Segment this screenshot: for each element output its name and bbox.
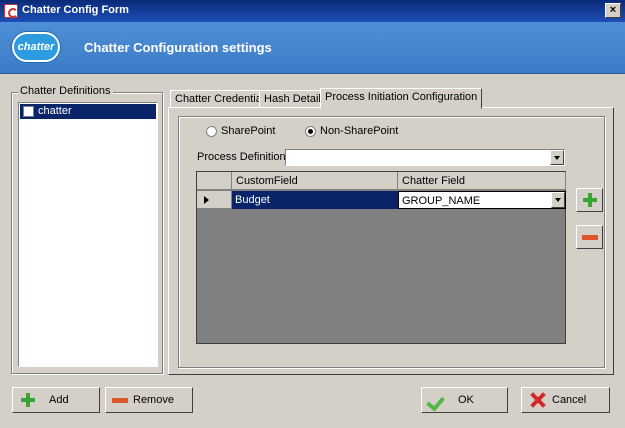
header-banner: chatter Chatter Configuration settings (0, 22, 625, 74)
header-title: Chatter Configuration settings (84, 40, 272, 55)
chevron-down-icon[interactable] (550, 150, 564, 165)
check-icon (428, 393, 446, 407)
list-item-chatter[interactable]: chatter (20, 104, 156, 119)
cancel-button-label: Cancel (552, 394, 587, 406)
minus-icon (112, 398, 128, 403)
ok-button[interactable]: OK (421, 387, 508, 413)
chatter-logo-icon: chatter (12, 32, 60, 62)
minus-icon (582, 235, 598, 240)
grid-cell-chatter-field[interactable]: GROUP_NAME (398, 191, 566, 209)
chevron-down-icon[interactable] (551, 192, 565, 208)
tab-process-initiation-configuration[interactable]: Process Initiation Configuration (320, 88, 483, 109)
radio-sharepoint-dot[interactable] (206, 126, 217, 137)
field-mapping-grid[interactable]: CustomField Chatter Field Budget GROUP_N… (196, 171, 566, 344)
app-icon (4, 4, 18, 18)
row-selector-icon[interactable] (197, 191, 232, 209)
process-definition-select[interactable] (285, 149, 565, 166)
title-bar: Chatter Config Form × (0, 0, 625, 22)
chatter-definitions-list[interactable]: chatter (18, 102, 158, 367)
radio-non-sharepoint-dot[interactable] (305, 126, 316, 137)
window-title: Chatter Config Form (22, 4, 129, 16)
close-button[interactable]: × (605, 3, 621, 18)
plus-icon (583, 193, 597, 207)
radio-non-sharepoint-label: Non-SharePoint (320, 125, 399, 137)
grid-cell-chatter-field-value: GROUP_NAME (402, 195, 481, 207)
remove-button[interactable]: Remove (105, 387, 193, 413)
process-definition-label: Process Definition : (197, 151, 292, 163)
close-icon (530, 392, 546, 408)
list-item-checkbox[interactable] (23, 106, 34, 117)
list-item-label: chatter (38, 105, 72, 117)
add-row-button[interactable] (576, 188, 603, 212)
chatter-definitions-legend: Chatter Definitions (18, 85, 113, 97)
remove-row-button[interactable] (576, 225, 603, 249)
radio-sharepoint-label: SharePoint (221, 125, 276, 137)
remove-button-label: Remove (133, 394, 174, 406)
plus-icon (21, 393, 35, 407)
add-button[interactable]: Add (12, 387, 100, 413)
ok-button-label: OK (458, 394, 474, 406)
grid-header-customfield[interactable]: CustomField (232, 172, 398, 190)
grid-corner-header (197, 172, 232, 190)
add-button-label: Add (49, 394, 69, 406)
grid-header-chatter-field[interactable]: Chatter Field (398, 172, 566, 190)
grid-cell-customfield[interactable]: Budget (232, 191, 398, 209)
cancel-button[interactable]: Cancel (521, 387, 610, 413)
